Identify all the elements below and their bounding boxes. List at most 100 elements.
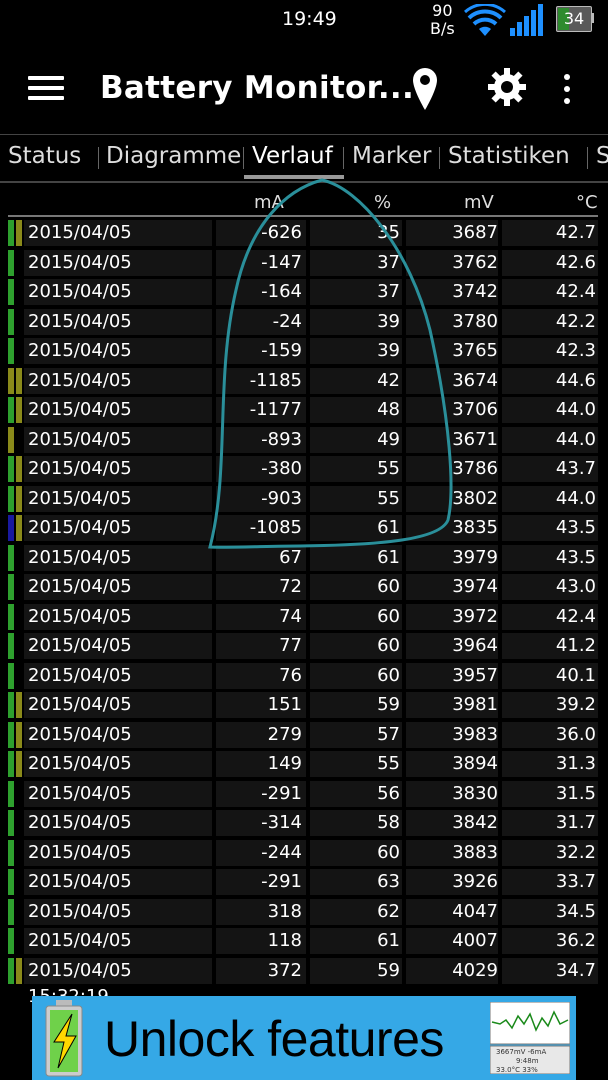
tab-verlauf[interactable]: Verlauf (252, 143, 333, 169)
row-timestamp: 2015/04/05 15:52:09 (24, 898, 212, 948)
row-temperature: 33.7 (502, 869, 598, 895)
row-status-indicator (8, 338, 14, 364)
row-voltage-mv: 3964 (406, 633, 498, 659)
row-voltage-mv: 3687 (406, 220, 498, 246)
hamburger-menu-icon[interactable] (28, 76, 64, 102)
row-temperature: 41.2 (502, 633, 598, 659)
battery-icon: 34 (556, 6, 596, 32)
row-current-ma: -1085 (216, 515, 306, 541)
row-marker-indicator (16, 515, 22, 541)
row-current-ma: -24 (216, 308, 306, 335)
table-row[interactable]: 2015/04/05 18:02:04-108561383543.5 (0, 513, 608, 564)
row-temperature: 40.1 (502, 662, 598, 689)
table-row[interactable]: 2015/04/05 16:42:0314955389431.3 (0, 749, 608, 800)
row-temperature: 42.7 (502, 220, 598, 246)
row-timestamp: 2015/04/05 19:23:24 (24, 279, 212, 328)
overflow-menu-icon[interactable] (560, 70, 574, 110)
row-current-ma: -893 (216, 426, 306, 453)
table-row[interactable]: 2015/04/05 16:52:1027957398336.0 (0, 720, 608, 771)
row-current-ma: 74 (216, 603, 306, 630)
row-temperature: 42.2 (502, 308, 598, 335)
table-row[interactable]: 2015/04/05 17:42:007260397443.0 (0, 572, 608, 623)
row-temperature: 31.7 (502, 810, 598, 836)
row-current-ma: -291 (216, 869, 306, 895)
table-row[interactable]: 2015/04/05 17:21:597760396441.2 (0, 631, 608, 682)
table-row[interactable]: 2015/04/05 16:24:55-31458384231.7 (0, 808, 608, 859)
table-row[interactable]: 2015/04/05 15:32:1937259402934.7 (0, 956, 608, 1007)
row-status-indicator (8, 367, 14, 394)
tab-statistiken[interactable]: Statistiken (448, 143, 570, 169)
tab-more[interactable]: S (596, 143, 608, 169)
table-row[interactable]: 2015/04/05 18:52:12-118542367444.6 (0, 366, 608, 417)
row-timestamp: 2015/04/05 18:02:04 (24, 515, 212, 564)
unlock-features-text: Unlock features (104, 1011, 444, 1067)
row-battery-percent: 61 (310, 515, 402, 541)
row-temperature: 31.5 (502, 780, 598, 807)
unlock-features-banner[interactable]: Unlock features 3667mV -6mA 9:48m 33.0°C… (32, 996, 576, 1080)
row-status-indicator (8, 898, 14, 925)
row-status-indicator (8, 869, 14, 895)
table-row[interactable]: 2015/04/05 17:02:0015159398139.2 (0, 690, 608, 741)
row-battery-percent: 49 (310, 426, 402, 453)
row-battery-percent: 39 (310, 338, 402, 364)
row-current-ma: 372 (216, 957, 306, 984)
row-timestamp: 2015/04/05 18:52:12 (24, 367, 212, 417)
row-status-indicator (8, 721, 14, 748)
table-row[interactable]: 2015/04/05 18:12:08-90355380244.0 (0, 484, 608, 535)
row-current-ma: -1185 (216, 367, 306, 394)
table-row[interactable]: 2015/04/05 15:42:1611861400736.2 (0, 926, 608, 977)
row-status-indicator (8, 751, 14, 777)
row-timestamp: 2015/04/05 18:22:21 (24, 456, 212, 505)
table-row[interactable]: 2015/04/05 18:22:21-38055378643.7 (0, 454, 608, 505)
preview-line-3: 33.0°C 33% (496, 1066, 538, 1074)
row-voltage-mv: 3974 (406, 574, 498, 600)
location-pin-icon[interactable] (410, 66, 440, 112)
table-row[interactable]: 2015/04/05 18:42:04-117748370644.0 (0, 395, 608, 446)
table-row[interactable]: 2015/04/05 19:03:16-15939376542.3 (0, 336, 608, 387)
table-row[interactable]: 2015/04/05 17:13:227660395740.1 (0, 661, 608, 712)
gear-icon[interactable] (486, 66, 528, 108)
table-row[interactable]: 2015/04/05 17:52:126761397943.5 (0, 543, 608, 594)
table-row[interactable]: 2015/04/05 16:15:03-24460388332.2 (0, 838, 608, 889)
row-status-indicator (8, 603, 14, 630)
row-status-indicator (8, 279, 14, 305)
row-timestamp: 2015/04/05 17:13:22 (24, 662, 212, 712)
row-battery-percent: 60 (310, 839, 402, 866)
row-battery-percent: 37 (310, 249, 402, 276)
header-divider (8, 215, 598, 217)
table-row[interactable]: 2015/04/05 16:32:30-29156383031.5 (0, 779, 608, 830)
table-row[interactable]: 2015/04/05 15:52:0931862404734.5 (0, 897, 608, 948)
row-marker-indicator (16, 397, 22, 423)
row-battery-percent: 55 (310, 485, 402, 512)
tab-diagramme[interactable]: Diagramme (106, 143, 241, 169)
row-marker-indicator (16, 220, 22, 246)
table-row[interactable]: 2015/04/05 19:11:59-2439378042.2 (0, 307, 608, 358)
row-battery-percent: 61 (310, 544, 402, 571)
row-voltage-mv: 4007 (406, 928, 498, 954)
row-battery-percent: 57 (310, 721, 402, 748)
row-status-indicator (8, 485, 14, 512)
row-battery-percent: 61 (310, 928, 402, 954)
row-timestamp: 2015/04/05 19:03:16 (24, 338, 212, 387)
table-row[interactable]: 2015/04/05 17:33:117460397242.4 (0, 602, 608, 653)
row-temperature: 36.0 (502, 721, 598, 748)
table-row[interactable]: 2015/04/05 19:23:24-16437374242.4 (0, 277, 608, 328)
row-timestamp: 2015/04/05 18:32:04 (24, 426, 212, 476)
tab-marker[interactable]: Marker (352, 143, 432, 169)
row-marker-indicator (16, 957, 22, 984)
battery-charging-icon (45, 1000, 83, 1077)
row-timestamp: 2015/04/05 17:52:12 (24, 544, 212, 594)
row-current-ma: 67 (216, 544, 306, 571)
row-temperature: 43.5 (502, 544, 598, 571)
row-battery-percent: 63 (310, 869, 402, 895)
tab-status[interactable]: Status (8, 143, 81, 169)
row-temperature: 43.5 (502, 515, 598, 541)
row-timestamp: 2015/04/05 17:42:00 (24, 574, 212, 623)
table-row[interactable]: 2015/04/05 18:32:04-89349367144.0 (0, 425, 608, 476)
table-row[interactable]: 2015/04/05 19:44:14-62635368742.7 (0, 218, 608, 269)
network-speed-unit: B/s (430, 19, 455, 38)
row-current-ma: -244 (216, 839, 306, 866)
row-status-indicator (8, 574, 14, 600)
table-row[interactable]: 2015/04/05 16:02:19-29163392633.7 (0, 867, 608, 918)
table-row[interactable]: 2015/04/05 19:32:00-14737376242.6 (0, 248, 608, 299)
